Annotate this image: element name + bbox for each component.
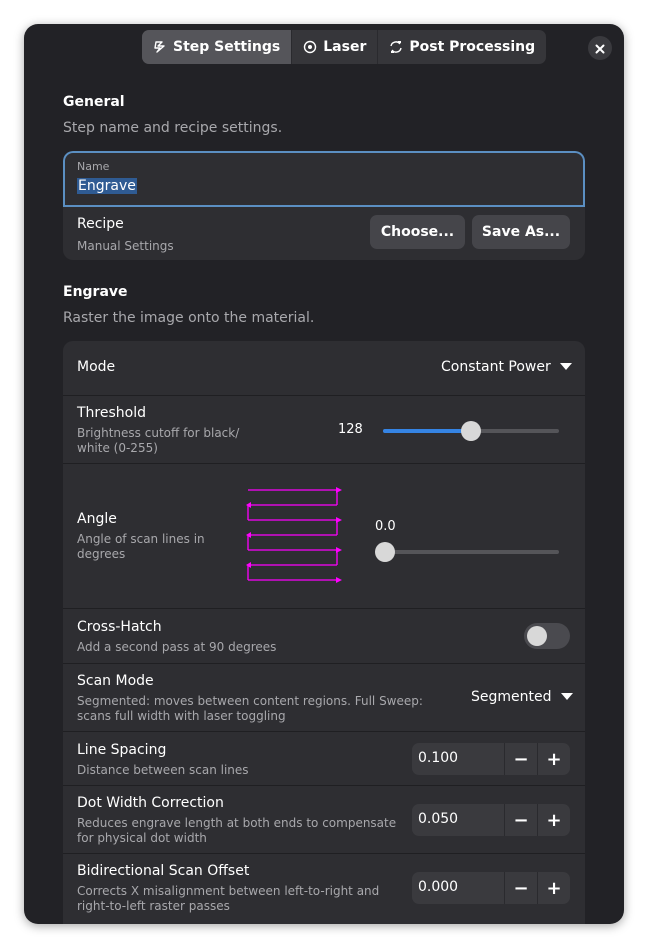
threshold-slider-fill [383, 429, 471, 433]
step-settings-dialog: Step Settings Laser Post Processing Gene… [24, 24, 624, 924]
dot-width-increment-button[interactable]: + [537, 804, 570, 836]
engrave-section-subtitle: Raster the image onto the material. [63, 310, 315, 326]
angle-row: Angle Angle of scan lines in degrees 0.0 [63, 463, 585, 609]
tab-laser[interactable]: Laser [292, 30, 379, 64]
dot-width-subtitle: Reduces engrave length at both ends to c… [77, 816, 397, 845]
cross-hatch-title: Cross-Hatch [77, 619, 162, 635]
bidirectional-increment-button[interactable]: + [537, 872, 570, 904]
dot-width-input[interactable]: 0.050 [418, 811, 458, 827]
general-section-subtitle: Step name and recipe settings. [63, 120, 283, 136]
line-spacing-increment-button[interactable]: + [537, 743, 570, 775]
threshold-slider[interactable] [383, 421, 559, 441]
scan-mode-dropdown[interactable]: Segmented [471, 689, 573, 705]
name-field-value[interactable]: Engrave [77, 178, 137, 194]
bidirectional-spinner: 0.000 − + [412, 872, 570, 904]
scan-mode-row: Scan Mode Segmented: moves between conte… [63, 663, 585, 732]
engrave-group: Mode Constant Power Threshold Brightness… [63, 341, 585, 924]
chevron-down-icon [559, 359, 572, 375]
tab-step-settings[interactable]: Step Settings [142, 30, 293, 64]
chevron-down-icon [560, 689, 573, 705]
cross-hatch-row: Cross-Hatch Add a second pass at 90 degr… [63, 608, 585, 664]
tab-label: Laser [323, 39, 367, 55]
mode-title: Mode [77, 359, 116, 375]
bidirectional-row: Bidirectional Scan Offset Corrects X mis… [63, 853, 585, 924]
angle-value: 0.0 [375, 519, 396, 534]
bidirectional-subtitle: Corrects X misalignment between left-to-… [77, 884, 380, 913]
line-spacing-input[interactable]: 0.100 [418, 750, 458, 766]
engrave-section-title: Engrave [63, 284, 128, 300]
save-as-button[interactable]: Save As... [472, 215, 570, 249]
bidirectional-input[interactable]: 0.000 [418, 879, 458, 895]
threshold-value: 128 [338, 422, 363, 437]
tab-bar: Step Settings Laser Post Processing [142, 30, 547, 64]
dot-width-row: Dot Width Correction Reduces engrave len… [63, 785, 585, 854]
recipe-row: Recipe Manual Settings Choose... Save As… [63, 205, 585, 260]
step-icon [153, 40, 167, 54]
angle-slider-knob[interactable] [375, 542, 395, 562]
line-spacing-title: Line Spacing [77, 742, 167, 758]
line-spacing-row: Line Spacing Distance between scan lines… [63, 731, 585, 786]
cross-hatch-switch[interactable] [524, 623, 570, 649]
scan-lines-preview [246, 487, 342, 583]
bidirectional-decrement-button[interactable]: − [504, 872, 537, 904]
dot-width-decrement-button[interactable]: − [504, 804, 537, 836]
tab-label: Post Processing [409, 39, 536, 55]
recipe-title: Recipe [77, 216, 124, 232]
dot-width-spinner: 0.050 − + [412, 804, 570, 836]
dot-width-title: Dot Width Correction [77, 795, 224, 811]
line-spacing-spinner: 0.100 − + [412, 743, 570, 775]
mode-row: Mode Constant Power [63, 341, 585, 395]
post-processing-icon [389, 40, 403, 54]
close-icon [595, 39, 605, 58]
general-group: Name Engrave Recipe Manual Settings Choo… [63, 151, 585, 260]
laser-icon [303, 40, 317, 54]
recipe-subtitle: Manual Settings [77, 239, 174, 253]
threshold-row: Threshold Brightness cutoff for black/ w… [63, 395, 585, 464]
mode-dropdown[interactable]: Constant Power [441, 359, 572, 375]
scan-mode-title: Scan Mode [77, 673, 154, 689]
scan-mode-value: Segmented [471, 689, 552, 705]
name-field-label: Name [77, 160, 110, 173]
general-section-title: General [63, 94, 125, 110]
name-field[interactable]: Name Engrave [63, 151, 585, 207]
bidirectional-title: Bidirectional Scan Offset [77, 863, 250, 879]
close-button[interactable] [588, 36, 612, 60]
scan-mode-subtitle: Segmented: moves between content regions… [77, 694, 423, 723]
choose-button[interactable]: Choose... [370, 215, 465, 249]
mode-value: Constant Power [441, 359, 551, 375]
angle-subtitle: Angle of scan lines in degrees [77, 532, 205, 561]
angle-slider[interactable] [375, 542, 559, 562]
angle-title: Angle [77, 511, 117, 527]
line-spacing-subtitle: Distance between scan lines [77, 763, 249, 777]
threshold-subtitle: Brightness cutoff for black/ white (0-25… [77, 426, 240, 455]
threshold-slider-knob[interactable] [461, 421, 481, 441]
cross-hatch-switch-knob [527, 626, 547, 646]
line-spacing-decrement-button[interactable]: − [504, 743, 537, 775]
threshold-title: Threshold [77, 405, 146, 421]
cross-hatch-subtitle: Add a second pass at 90 degrees [77, 640, 277, 654]
tab-post-processing[interactable]: Post Processing [378, 30, 546, 64]
tab-label: Step Settings [173, 39, 281, 55]
